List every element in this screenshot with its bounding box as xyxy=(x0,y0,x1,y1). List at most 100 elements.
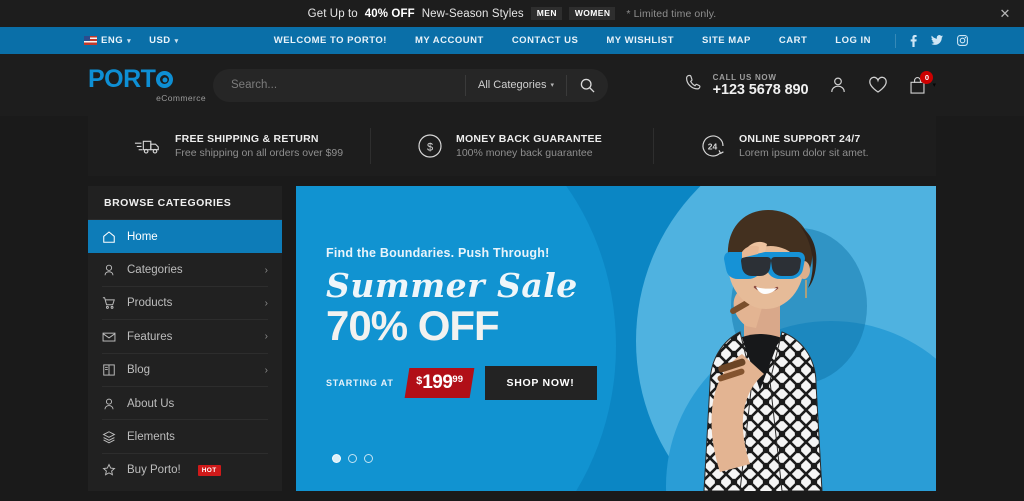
announcement-chip-men[interactable]: MEN xyxy=(530,7,562,20)
announcement-text-before: Get Up to xyxy=(307,7,358,20)
chevron-down-icon: ▾ xyxy=(550,82,554,89)
announcement-note: * Limited time only. xyxy=(626,7,717,20)
close-icon[interactable]: ✕ xyxy=(998,6,1012,21)
sidebar-item-features[interactable]: Features › xyxy=(88,320,282,354)
logo-ring-icon xyxy=(156,71,174,88)
announcement-chip-women[interactable]: WOMEN xyxy=(568,7,616,20)
currency-label: USD xyxy=(149,35,171,46)
main-header: PORT eCommerce All Categories ▾ CALL US … xyxy=(0,54,1024,116)
instagram-icon[interactable] xyxy=(957,35,968,46)
wishlist-icon[interactable] xyxy=(868,76,888,94)
banner-cta-row: STARTING AT $ 199 99 SHOP NOW! xyxy=(326,365,597,400)
banner-text-block: Find the Boundaries. Push Through! Summe… xyxy=(326,246,597,400)
account-icon[interactable] xyxy=(828,75,848,95)
sidebar-item-label: About Us xyxy=(127,397,175,410)
feature-title: FREE SHIPPING & RETURN xyxy=(175,133,319,145)
carousel-dots xyxy=(332,454,373,463)
chevron-right-icon: › xyxy=(264,264,268,276)
layers-icon xyxy=(102,430,117,444)
banner-script-line: Summer Sale xyxy=(326,266,578,305)
header-actions: CALL US NOW +123 5678 890 0 ▾ xyxy=(684,70,936,98)
chevron-right-icon: › xyxy=(264,331,268,343)
star-icon xyxy=(102,463,117,477)
sidebar-item-products[interactable]: Products › xyxy=(88,287,282,321)
language-selector[interactable]: ENG ▾ xyxy=(84,35,131,46)
call-us-block[interactable]: CALL US NOW +123 5678 890 xyxy=(684,73,809,98)
support-24-icon: 24 xyxy=(700,133,726,159)
content-area: BROWSE CATEGORIES Home Categories › Prod… xyxy=(88,186,936,491)
cart-icon xyxy=(102,296,117,310)
sidebar-browse-categories: BROWSE CATEGORIES Home Categories › Prod… xyxy=(88,186,282,491)
chevron-right-icon: › xyxy=(264,297,268,309)
announcement-bar: Get Up to 40% OFF New-Season Styles MEN … xyxy=(0,0,1024,27)
category-select-label: All Categories xyxy=(478,79,547,91)
twitter-icon[interactable] xyxy=(931,35,943,46)
sidebar-item-elements[interactable]: Elements xyxy=(88,420,282,454)
sidebar-item-label: Home xyxy=(127,230,158,243)
announcement-highlight: 40% OFF xyxy=(364,7,415,20)
search-bar: All Categories ▾ xyxy=(213,68,608,102)
facebook-icon[interactable] xyxy=(910,34,917,47)
feature-money-back: $ MONEY BACK GUARANTEE 100% money back g… xyxy=(370,128,653,164)
carousel-dot-3[interactable] xyxy=(364,454,373,463)
dollar-circle-icon: $ xyxy=(417,133,443,159)
feature-subtitle: Lorem ipsum dolor sit amet. xyxy=(739,147,869,159)
price-main: 199 xyxy=(421,371,453,393)
sidebar-item-buy-porto[interactable]: Buy Porto! HOT xyxy=(88,454,282,487)
model-photo xyxy=(703,210,867,491)
shop-now-button[interactable]: SHOP NOW! xyxy=(484,365,597,400)
tag-icon xyxy=(102,263,117,277)
topnav-link-welcome[interactable]: WELCOME TO PORTO! xyxy=(260,35,401,46)
announcement-text-after: New-Season Styles xyxy=(421,7,524,20)
feature-free-shipping: FREE SHIPPING & RETURN Free shipping on … xyxy=(88,128,370,164)
feature-online-support: 24 ONLINE SUPPORT 24/7 Lorem ipsum dolor… xyxy=(653,128,936,164)
svg-text:$: $ xyxy=(427,142,433,154)
sidebar-item-label: Categories xyxy=(127,264,183,277)
logo-text: PORT xyxy=(88,65,156,93)
topnav-link-contact-us[interactable]: CONTACT US xyxy=(498,35,593,46)
chevron-down-icon: ▾ xyxy=(174,37,179,45)
sidebar-item-home[interactable]: Home xyxy=(88,220,282,254)
feature-strip: FREE SHIPPING & RETURN Free shipping on … xyxy=(88,116,936,176)
search-input[interactable] xyxy=(213,79,465,91)
logo-subtitle: eCommerce xyxy=(156,93,206,103)
hero-banner[interactable]: Find the Boundaries. Push Through! Summe… xyxy=(296,186,936,491)
sidebar-item-label: Blog xyxy=(127,364,151,377)
topnav-link-site-map[interactable]: SITE MAP xyxy=(688,35,765,46)
banner-big-line: 70% OFF xyxy=(326,302,500,349)
sidebar-heading: BROWSE CATEGORIES xyxy=(88,186,282,220)
topnav-link-my-account[interactable]: MY ACCOUNT xyxy=(401,35,498,46)
phone-icon xyxy=(684,73,704,98)
sidebar-item-about-us[interactable]: About Us xyxy=(88,387,282,421)
feature-title: MONEY BACK GUARANTEE xyxy=(456,133,602,145)
category-select[interactable]: All Categories ▾ xyxy=(465,74,566,96)
cart-bag-icon: 0 xyxy=(908,70,934,95)
topnav-selectors: ENG ▾ USD ▾ xyxy=(84,35,179,46)
site-logo[interactable]: PORT eCommerce xyxy=(88,67,208,104)
topnav-link-cart[interactable]: CART xyxy=(765,35,821,46)
price-currency: $ xyxy=(415,374,422,387)
topnav-links: WELCOME TO PORTO! MY ACCOUNT CONTACT US … xyxy=(260,33,1024,48)
topnav-link-my-wishlist[interactable]: MY WISHLIST xyxy=(592,35,688,46)
chevron-down-icon: ▾ xyxy=(932,82,936,89)
search-button[interactable] xyxy=(566,74,608,96)
hot-badge: HOT xyxy=(197,464,221,476)
sidebar-item-blog[interactable]: Blog › xyxy=(88,354,282,387)
currency-selector[interactable]: USD ▾ xyxy=(149,35,179,46)
banner-starting-at: STARTING AT xyxy=(326,377,394,388)
logo-wordmark: PORT xyxy=(88,67,208,92)
call-us-label: CALL US NOW xyxy=(712,72,777,82)
price-tag: $ 199 99 xyxy=(404,367,474,398)
carousel-dot-2[interactable] xyxy=(348,454,357,463)
social-icons xyxy=(895,33,1024,48)
cart-button[interactable]: 0 ▾ xyxy=(908,70,936,95)
sidebar-item-label: Products xyxy=(127,297,173,310)
home-icon xyxy=(102,230,117,244)
topnav-link-log-in[interactable]: LOG IN xyxy=(821,35,885,46)
sidebar-item-categories[interactable]: Categories › xyxy=(88,253,282,287)
chevron-down-icon: ▾ xyxy=(127,37,132,45)
price-cents: 99 xyxy=(452,373,463,385)
carousel-dot-1[interactable] xyxy=(332,454,341,463)
envelope-icon xyxy=(102,330,117,344)
language-label: ENG xyxy=(101,35,124,46)
